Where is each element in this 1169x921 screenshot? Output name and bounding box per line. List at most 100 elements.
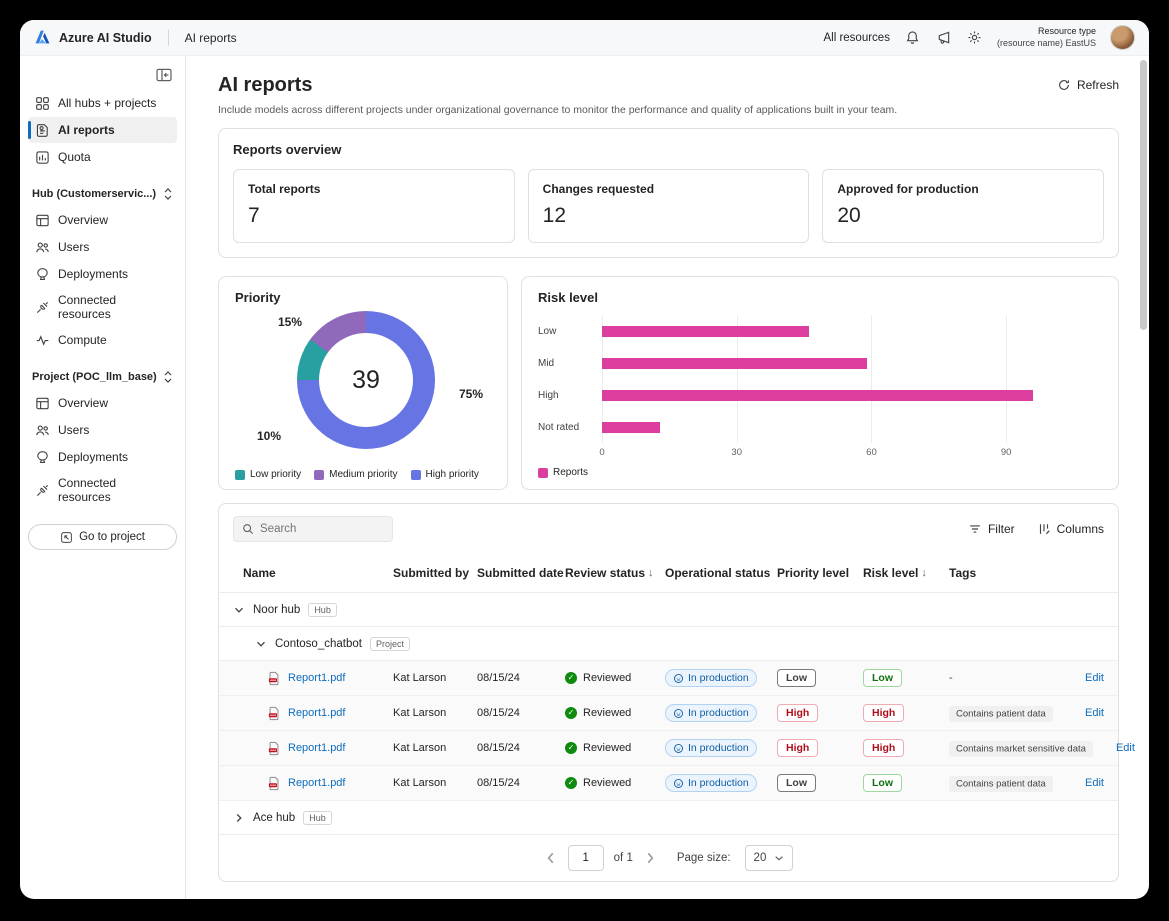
edit-link[interactable]: Edit	[1062, 777, 1104, 789]
report-file-link[interactable]: Report1.pdf	[288, 742, 345, 754]
column-header-priority-level[interactable]: Priority level	[777, 566, 863, 580]
risk-level-cell: Low	[863, 669, 949, 687]
group-row-contoso-chatbot[interactable]: Contoso_chatbotProject	[219, 627, 1118, 661]
sidebar-item-overview[interactable]: Overview	[28, 390, 177, 416]
refresh-button[interactable]: Refresh	[1057, 74, 1119, 92]
bar-category-label: Not rated	[538, 422, 602, 433]
breadcrumb[interactable]: AI reports	[185, 31, 237, 45]
donut-center-total: 39	[352, 366, 380, 395]
sidebar-item-compute[interactable]: Compute	[28, 327, 177, 353]
app-frame: Azure AI Studio AI reports All resources	[20, 20, 1149, 899]
column-header-review-status[interactable]: Review status↓	[565, 566, 665, 580]
risk-level-cell: High	[863, 704, 949, 722]
operational-status-label: In production	[688, 777, 749, 789]
column-header-tags[interactable]: Tags	[949, 566, 1062, 580]
project-selector-chevrons-icon	[163, 370, 173, 384]
bar-row: Low	[538, 315, 1102, 347]
review-status-label: Reviewed	[583, 672, 631, 684]
sidebar-item-connected-resources[interactable]: Connected resources	[28, 288, 177, 326]
go-to-project-icon	[60, 531, 73, 544]
submitted-by-cell: Kat Larson	[393, 707, 477, 719]
sidebar-item-users[interactable]: Users	[28, 234, 177, 260]
sidebar-item-quota[interactable]: Quota	[28, 144, 177, 170]
donut-label-medium: 15%	[278, 315, 302, 329]
brand[interactable]: Azure AI Studio	[34, 29, 152, 46]
settings-gear-icon[interactable]	[966, 29, 983, 46]
reviewed-check-icon: ✓	[565, 707, 577, 719]
chevron-down-icon	[233, 604, 245, 616]
feedback-megaphone-icon[interactable]	[935, 29, 952, 46]
column-header-submitted-date[interactable]: Submitted date	[477, 566, 565, 580]
table-row: Report1.pdfKat Larson08/15/24✓ReviewedIn…	[219, 661, 1118, 696]
stat-card-approved-production: Approved for production 20	[822, 169, 1104, 243]
hub-selector[interactable]: Hub (Customerservic...)	[28, 181, 177, 207]
sidebar-item-all-hubs-projects[interactable]: All hubs + projects	[28, 90, 177, 116]
previous-page-icon[interactable]	[544, 851, 558, 865]
sidebar-item-ai-reports[interactable]: AI reports	[28, 117, 177, 143]
tags-cell: Contains patient data	[949, 707, 1062, 719]
column-header-operational-status[interactable]: Operational status	[665, 566, 777, 580]
refresh-label: Refresh	[1077, 78, 1119, 92]
sidebar-item-label: Deployments	[58, 267, 128, 281]
column-header-name[interactable]: Name	[243, 566, 393, 580]
report-file-link[interactable]: Report1.pdf	[288, 777, 345, 789]
page-number-input[interactable]	[568, 845, 604, 871]
project-selector[interactable]: Project (POC_llm_base)	[28, 364, 177, 390]
priority-donut-chart: 39	[297, 311, 435, 449]
filter-button[interactable]: Filter	[968, 522, 1015, 536]
bar-track	[602, 358, 1096, 369]
go-to-project-button[interactable]: Go to project	[28, 524, 177, 550]
page-size-select[interactable]: 20	[745, 845, 794, 871]
x-tick-label: 90	[1001, 447, 1012, 458]
priority-badge: High	[777, 704, 818, 722]
all-resources-button[interactable]: All resources	[823, 32, 889, 44]
columns-button[interactable]: Columns	[1037, 522, 1104, 536]
priority-badge: Low	[777, 669, 816, 687]
edit-link[interactable]: Edit	[1062, 672, 1104, 684]
group-row-ace-hub[interactable]: Ace hubHub	[219, 801, 1118, 835]
bar	[602, 358, 867, 369]
sidebar-item-overview[interactable]: Overview	[28, 207, 177, 233]
sidebar-nav-hub: Overview Users Deployments Connected resour…	[28, 207, 177, 354]
reports-table-card: Filter Columns NameSubmitted bySubmitted…	[218, 503, 1119, 882]
priority-chart-title: Priority	[235, 290, 491, 305]
review-status-cell: ✓Reviewed	[565, 777, 665, 789]
sidebar-item-deployments[interactable]: Deployments	[28, 261, 177, 287]
column-header-risk-level[interactable]: Risk level↓	[863, 566, 949, 580]
sidebar-item-users[interactable]: Users	[28, 417, 177, 443]
project-selector-label: Project (POC_llm_base)	[32, 371, 157, 383]
notifications-bell-icon[interactable]	[904, 29, 921, 46]
legend-swatch	[235, 470, 245, 480]
report-file-link[interactable]: Report1.pdf	[288, 707, 345, 719]
sidebar-item-deployments[interactable]: Deployments	[28, 444, 177, 470]
column-header-label: Risk level	[863, 566, 918, 580]
go-to-project-label: Go to project	[79, 531, 145, 543]
in-production-badge: In production	[665, 774, 757, 792]
scrollbar-thumb[interactable]	[1140, 60, 1147, 330]
table-body: Noor hubHubContoso_chatbotProjectReport1…	[219, 593, 1118, 835]
review-status-cell: ✓Reviewed	[565, 742, 665, 754]
tag-chip: Contains market sensitive data	[949, 741, 1093, 757]
sidebar-item-connected-resources[interactable]: Connected resources	[28, 471, 177, 509]
edit-link[interactable]: Edit	[1062, 707, 1104, 719]
report-file-link[interactable]: Report1.pdf	[288, 672, 345, 684]
submitted-date-cell: 08/15/24	[477, 672, 565, 684]
compute-icon	[34, 332, 50, 348]
search-input[interactable]	[260, 523, 384, 535]
bar-row: Mid	[538, 347, 1102, 379]
operational-status-cell: In production	[665, 669, 777, 687]
production-icon	[673, 708, 684, 719]
pagination: of 1 Page size: 20	[219, 835, 1118, 881]
resource-type-label: Resource type	[997, 26, 1096, 37]
column-header-submitted-by[interactable]: Submitted by	[393, 566, 477, 580]
resource-selector[interactable]: Resource type (resource name) EastUS	[997, 26, 1096, 49]
edit-link[interactable]: Edit	[1093, 742, 1135, 754]
sidebar: All hubs + projectsAI reportsQuota Hub (…	[20, 56, 186, 899]
sidebar-item-label: Overview	[58, 213, 108, 227]
column-header-label: Review status	[565, 566, 645, 580]
collapse-panel-icon[interactable]	[155, 66, 173, 84]
group-row-noor-hub[interactable]: Noor hubHub	[219, 593, 1118, 627]
x-tick-label: 0	[599, 447, 604, 458]
next-page-icon[interactable]	[643, 851, 657, 865]
user-avatar[interactable]	[1110, 25, 1135, 50]
